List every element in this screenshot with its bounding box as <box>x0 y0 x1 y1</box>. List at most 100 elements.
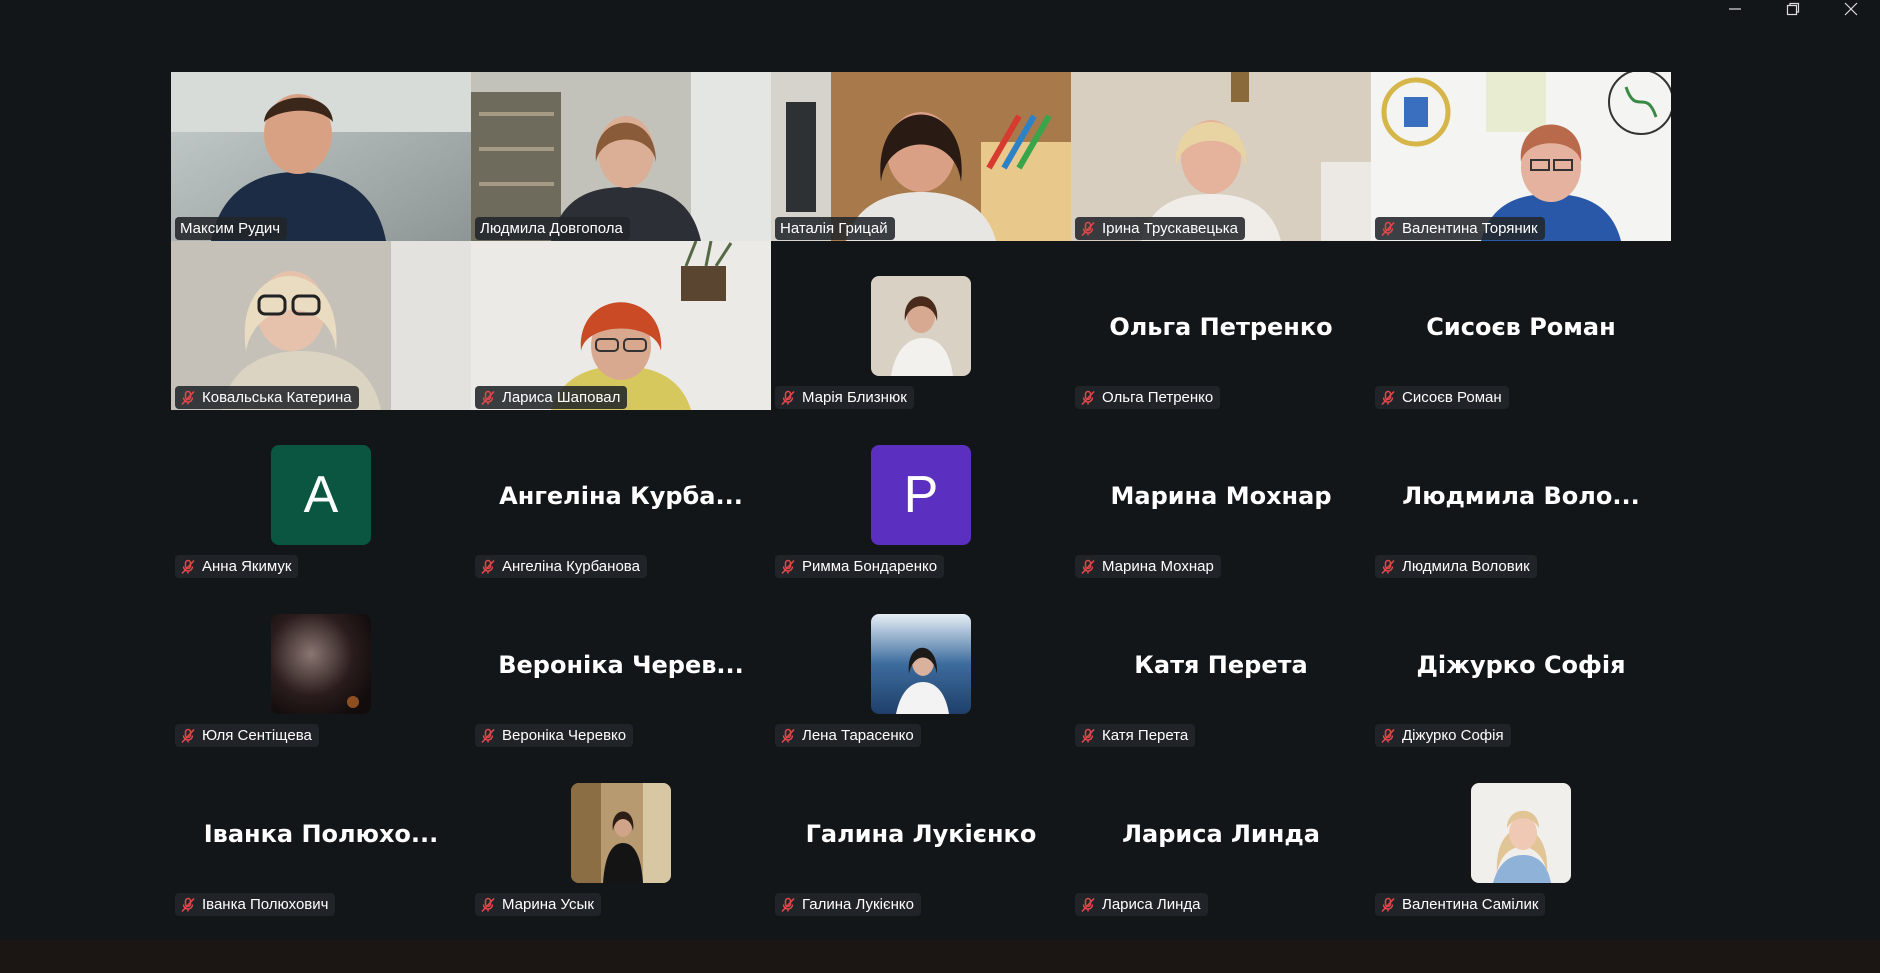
mic-muted-icon <box>1081 390 1095 405</box>
participant-name-label: Ірина Трускавецька <box>1075 217 1246 240</box>
participant-display-name: Діжурко Софія <box>1416 651 1626 679</box>
participant-name: Валентина Торяник <box>1402 220 1538 237</box>
participant-tile[interactable]: Лена Тарасенко <box>771 579 1071 748</box>
participant-name-label: Людмила Довгопола <box>475 217 630 240</box>
participant-name: Іванка Полюхович <box>202 896 329 913</box>
participant-name-label: Максим Рудич <box>175 217 288 240</box>
profile-photo <box>271 614 371 714</box>
mic-muted-icon <box>1381 221 1395 236</box>
participant-name-label: Валентина Торяник <box>1375 217 1545 240</box>
profile-photo <box>1471 783 1571 883</box>
close-icon <box>1844 2 1858 16</box>
participant-tile[interactable]: Діжурко Софія Діжурко Софія <box>1371 579 1671 748</box>
close-button[interactable] <box>1823 0 1879 18</box>
participant-name-label: Наталія Грицай <box>775 217 895 240</box>
participant-name: Марія Близнюк <box>802 389 907 406</box>
participant-tile[interactable]: Марина Мохнар Марина Мохнар <box>1071 410 1371 579</box>
participant-name: Діжурко Софія <box>1402 727 1504 744</box>
participant-name-label: Валентина Самілик <box>1375 893 1546 916</box>
participant-tile[interactable]: Ольга Петренко Ольга Петренко <box>1071 241 1371 410</box>
participant-name-label: Римма Бондаренко <box>775 555 945 578</box>
restore-button[interactable] <box>1765 0 1821 18</box>
participant-display-name: Галина Лукієнко <box>805 820 1037 848</box>
participant-tile[interactable]: Людмила Довгопола <box>471 72 771 241</box>
mic-muted-icon <box>1081 559 1095 574</box>
video-feed <box>1371 72 1671 241</box>
participant-display-name: Вероніка Черев... <box>498 651 744 679</box>
participant-tile[interactable]: P Римма Бондаренко <box>771 410 1071 579</box>
participant-name: Ольга Петренко <box>1102 389 1214 406</box>
participant-name: Лариса Линда <box>1102 896 1201 913</box>
participant-tile[interactable]: Галина Лукієнко Галина Лукієнко <box>771 748 1071 917</box>
participant-tile[interactable]: Валентина Самілик <box>1371 748 1671 917</box>
participant-name-label: Діжурко Софія <box>1375 724 1511 747</box>
mic-muted-icon <box>1381 559 1395 574</box>
participant-name-label: Ковальська Катерина <box>175 386 359 409</box>
participant-name-label: Лариса Линда <box>1075 893 1208 916</box>
participant-name-label: Марина Усык <box>475 893 601 916</box>
participant-name: Юля Сентіщева <box>202 727 312 744</box>
participant-name: Людмила Воловик <box>1402 558 1530 575</box>
participant-name: Анна Якимук <box>202 558 292 575</box>
avatar-initial: P <box>871 445 971 545</box>
mic-muted-icon <box>481 559 495 574</box>
participant-tile[interactable]: Іванка Полюхо... Іванка Полюхович <box>171 748 471 917</box>
participant-tile[interactable]: Ковальська Катерина <box>171 241 471 410</box>
mic-muted-icon <box>481 728 495 743</box>
participant-tile[interactable]: Марія Близнюк <box>771 241 1071 410</box>
participant-name: Римма Бондаренко <box>802 558 938 575</box>
participant-name: Лена Тарасенко <box>802 727 914 744</box>
participant-tile[interactable]: Ангеліна Курба... Ангеліна Курбанова <box>471 410 771 579</box>
participant-name: Марина Мохнар <box>1102 558 1214 575</box>
participant-tile[interactable]: Вероніка Черев... Вероніка Черевко <box>471 579 771 748</box>
mic-muted-icon <box>1081 728 1095 743</box>
participant-display-name: Ангеліна Курба... <box>499 482 743 510</box>
participant-name: Вероніка Черевко <box>502 727 627 744</box>
participant-display-name: Іванка Полюхо... <box>203 820 439 848</box>
profile-photo <box>871 276 971 376</box>
participant-tile[interactable]: Юля Сентіщева <box>171 579 471 748</box>
mic-muted-icon <box>1381 390 1395 405</box>
video-feed <box>1071 72 1371 241</box>
participant-name: Катя Перета <box>1102 727 1189 744</box>
participant-tile[interactable]: Катя Перета Катя Перета <box>1071 579 1371 748</box>
mic-muted-icon <box>781 390 795 405</box>
participant-name: Ірина Трускавецька <box>1102 220 1239 237</box>
participant-name-label: Анна Якимук <box>175 555 299 578</box>
mic-muted-icon <box>481 897 495 912</box>
video-feed <box>471 241 771 410</box>
minimize-button[interactable] <box>1707 0 1763 18</box>
participant-name: Валентина Самілик <box>1402 896 1539 913</box>
participant-tile[interactable]: Лариса Шаповал <box>471 241 771 410</box>
video-feed <box>771 72 1071 241</box>
participant-display-name: Ольга Петренко <box>1109 313 1333 341</box>
participant-display-name: Катя Перета <box>1134 651 1308 679</box>
participant-name: Лариса Шаповал <box>502 389 621 406</box>
participant-tile[interactable]: Ірина Трускавецька <box>1071 72 1371 241</box>
participant-name-label: Марина Мохнар <box>1075 555 1221 578</box>
participant-name-label: Ольга Петренко <box>1075 386 1221 409</box>
video-feed <box>471 72 771 241</box>
participant-name-label: Ангеліна Курбанова <box>475 555 647 578</box>
participant-name: Марина Усык <box>502 896 594 913</box>
participant-tile[interactable]: Марина Усык <box>471 748 771 917</box>
participant-name: Галина Лукієнко <box>802 896 914 913</box>
participant-tile[interactable]: A Анна Якимук <box>171 410 471 579</box>
participant-tile[interactable]: Лариса Линда Лариса Линда <box>1071 748 1371 917</box>
video-feed <box>171 72 471 241</box>
participant-name-label: Марія Близнюк <box>775 386 914 409</box>
participant-tile[interactable]: Валентина Торяник <box>1371 72 1671 241</box>
participant-name-label: Людмила Воловик <box>1375 555 1537 578</box>
participant-tile[interactable]: Сисоєв Роман Сисоєв Роман <box>1371 241 1671 410</box>
participant-name: Ковальська Катерина <box>202 389 352 406</box>
participant-tile[interactable]: Людмила Воло... Людмила Воловик <box>1371 410 1671 579</box>
participant-name: Наталія Грицай <box>780 220 888 237</box>
participant-name-label: Вероніка Черевко <box>475 724 634 747</box>
mic-muted-icon <box>1081 897 1095 912</box>
gallery-view: Максим Рудич Людмила Довгопола Наталія Г… <box>171 72 1671 917</box>
participant-tile[interactable]: Максим Рудич <box>171 72 471 241</box>
participant-name-label: Юля Сентіщева <box>175 724 319 747</box>
participant-tile-active-speaker[interactable]: Наталія Грицай <box>771 72 1071 241</box>
participant-display-name: Лариса Линда <box>1122 820 1320 848</box>
participant-name-label: Лариса Шаповал <box>475 386 628 409</box>
